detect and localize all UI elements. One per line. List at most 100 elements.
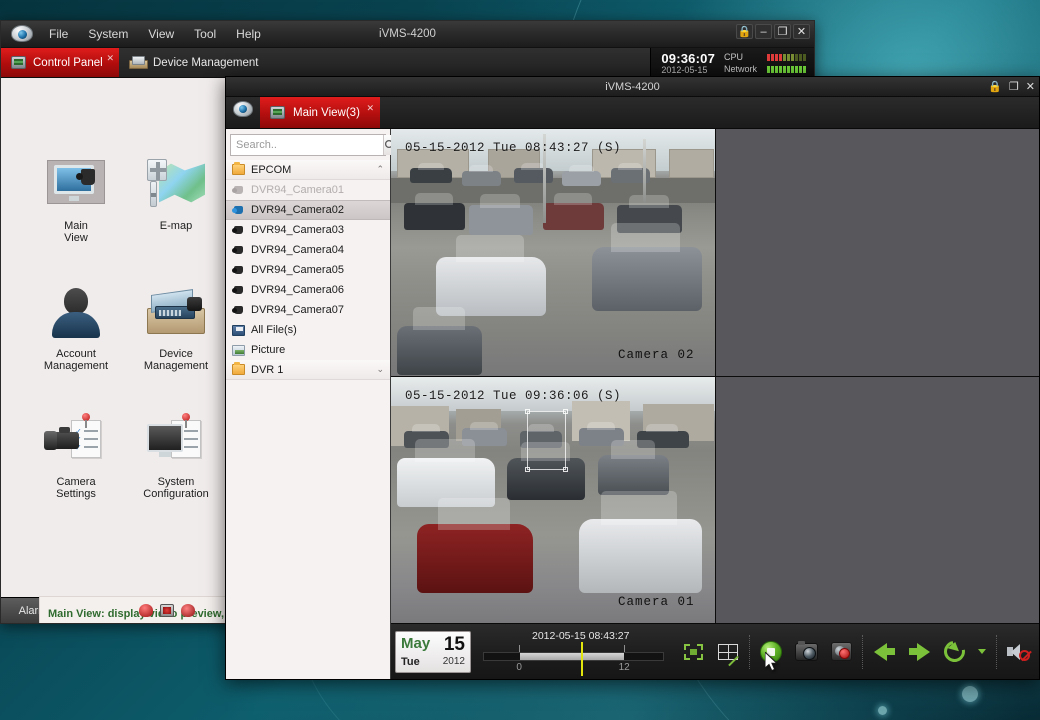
tree-item-label: DVR94_Camera02 [251, 204, 344, 216]
network-label: Network [724, 64, 758, 74]
tree-item-label: EPCOM [251, 163, 292, 176]
camera-tree-pane: EPCOM ⌃ DVR94_Camera01 DVR94_Camera02 DVR94_… [226, 129, 396, 679]
date-day: 15 [443, 633, 465, 655]
menu-item-file[interactable]: File [39, 23, 78, 45]
tab-close-icon[interactable]: ✕ [106, 53, 114, 64]
tree-item-3[interactable]: DVR94_Camera03 [226, 220, 390, 240]
tree-item-5[interactable]: DVR94_Camera05 [226, 260, 390, 280]
main-view-lock-button[interactable]: 🔒 [988, 80, 1002, 93]
camera-tree-list[interactable]: EPCOM ⌃ DVR94_Camera01 DVR94_Camera02 DVR94_… [226, 160, 390, 679]
tree-item-2[interactable]: DVR94_Camera02 [226, 200, 390, 220]
view-controls-group [672, 635, 749, 669]
capture-button[interactable] [793, 640, 819, 664]
network-meter: Network [724, 64, 806, 74]
control-panel-item-account-management[interactable]: Account Management [31, 284, 121, 372]
tree-item-label: DVR94_Camera04 [251, 244, 344, 256]
tab-main-view-close-icon[interactable]: ✕ [366, 103, 374, 114]
tab-control-panel[interactable]: Control Panel ✕ [1, 48, 119, 77]
tree-item-label: DVR94_Camera05 [251, 264, 344, 276]
video-pane-3-camera-name: Camera 01 [617, 595, 695, 609]
maximize-button[interactable]: ❐ [774, 24, 791, 39]
alarm-bell-icon[interactable] [139, 604, 153, 617]
date-selector[interactable]: May 15 Tue 2012 [395, 630, 471, 673]
playback-control-bar: May 15 Tue 2012 2012-05-15 08:43:27 0 12 [391, 623, 1039, 679]
video-pane-3[interactable]: 05-15-2012 Tue 09:36:06 (S) Camera 01 [391, 376, 715, 623]
tree-item-7[interactable]: DVR94_Camera07 [226, 300, 390, 320]
cpu-meter: CPU [724, 52, 806, 62]
timeline-recorded-segment [519, 652, 624, 660]
main-view-tab-icon [270, 106, 285, 119]
tree-item-6[interactable]: DVR94_Camera06 [226, 280, 390, 300]
tree-item-4[interactable]: DVR94_Camera04 [226, 240, 390, 260]
loop-icon [939, 636, 969, 667]
tree-group-10[interactable]: DVR 1 ⌄ [226, 360, 390, 380]
stop-all-button[interactable] [758, 640, 784, 664]
main-view-maximize-button[interactable]: ❐ [1009, 80, 1019, 93]
audio-controls-group [996, 634, 1039, 669]
close-button[interactable]: ✕ [793, 24, 810, 39]
tree-group-0[interactable]: EPCOM ⌃ [226, 160, 390, 180]
window-controls: 🔒 – ❐ ✕ [736, 24, 810, 39]
loop-button[interactable] [939, 636, 969, 667]
menu-item-help[interactable]: Help [226, 23, 271, 45]
menu-item-view[interactable]: View [138, 23, 184, 45]
tab-device-management[interactable]: Device Management [119, 48, 274, 77]
motion-detection-box [524, 409, 568, 473]
tab-main-view[interactable]: Main View(3) ✕ [260, 97, 380, 128]
navigation-controls-group [862, 634, 996, 669]
video-pane-1[interactable]: 05-15-2012 Tue 08:43:27 (S) Camera 02 [391, 129, 715, 376]
chevron-icon[interactable]: ⌄ [376, 364, 384, 375]
previous-button[interactable] [871, 640, 897, 664]
tree-item-9[interactable]: Picture [226, 340, 390, 360]
motion-alarm-icon[interactable] [181, 604, 195, 617]
video-grid: 05-15-2012 Tue 08:43:27 (S) Camera 02 05… [391, 129, 1039, 623]
main-view-close-button[interactable]: ✕ [1026, 80, 1035, 93]
lock-button[interactable]: 🔒 [736, 24, 753, 39]
disk-icon [232, 324, 245, 336]
tree-item-label: DVR94_Camera07 [251, 304, 344, 316]
next-button[interactable] [906, 640, 932, 664]
camera-settings-label: Camera Settings [56, 476, 96, 500]
control-panel-grid: Main View E-map Account Management Devic… [31, 156, 221, 500]
timeline-track[interactable] [483, 651, 664, 661]
search-input[interactable] [231, 135, 383, 155]
fullscreen-button[interactable] [680, 640, 706, 664]
video-area: 05-15-2012 Tue 08:43:27 (S) Camera 02 05… [391, 129, 1039, 679]
menu-item-tool[interactable]: Tool [184, 23, 226, 45]
control-panel-item-emap[interactable]: E-map [131, 156, 221, 244]
main-view-label: Main View [64, 220, 88, 244]
clock-time: 09:36:07 [661, 50, 715, 66]
tree-item-label: All File(s) [251, 324, 297, 336]
camera-icon [232, 225, 245, 236]
menu-item-system[interactable]: System [78, 23, 138, 45]
date-month: May [401, 635, 431, 653]
timeline-playhead[interactable] [580, 641, 583, 676]
main-view-tab-strip: Main View(3) ✕ [226, 97, 1039, 129]
chevron-icon[interactable]: ⌃ [376, 164, 384, 175]
tree-item-8[interactable]: All File(s) [226, 320, 390, 340]
record-button[interactable] [828, 640, 854, 664]
control-panel-item-system-configuration[interactable]: ✓ ✓ ✓ System Configuration [131, 412, 221, 500]
timeline-tick [624, 644, 626, 652]
video-pane-2[interactable] [715, 129, 1039, 376]
camera-icon [232, 245, 245, 256]
video-pane-4[interactable] [715, 376, 1039, 623]
tab-main-view-label: Main View(3) [293, 106, 360, 119]
timeline[interactable]: 2012-05-15 08:43:27 0 12 [483, 630, 664, 676]
audio-mute-button[interactable] [1005, 640, 1031, 664]
screen-alarm-icon[interactable] [160, 604, 174, 617]
loop-dropdown[interactable] [976, 640, 988, 664]
control-panel-item-camera-settings[interactable]: ✓ ✓ ✓ Camera Settings [31, 412, 121, 500]
main-view-window-controls: 🔒 ❐ ✕ [988, 80, 1035, 93]
device-management-label: Device Management [143, 348, 209, 372]
camera-icon [232, 265, 245, 276]
minimize-button[interactable]: – [755, 24, 772, 39]
cpu-bars [767, 53, 806, 61]
camera-icon [232, 185, 245, 196]
control-panel-item-device-management[interactable]: Device Management [131, 284, 221, 372]
camera-icon [232, 305, 245, 316]
main-view-logo-icon [226, 97, 260, 128]
control-panel-item-main-view[interactable]: Main View [31, 156, 121, 244]
layout-button[interactable] [715, 640, 741, 666]
tree-item-1[interactable]: DVR94_Camera01 [226, 180, 390, 200]
